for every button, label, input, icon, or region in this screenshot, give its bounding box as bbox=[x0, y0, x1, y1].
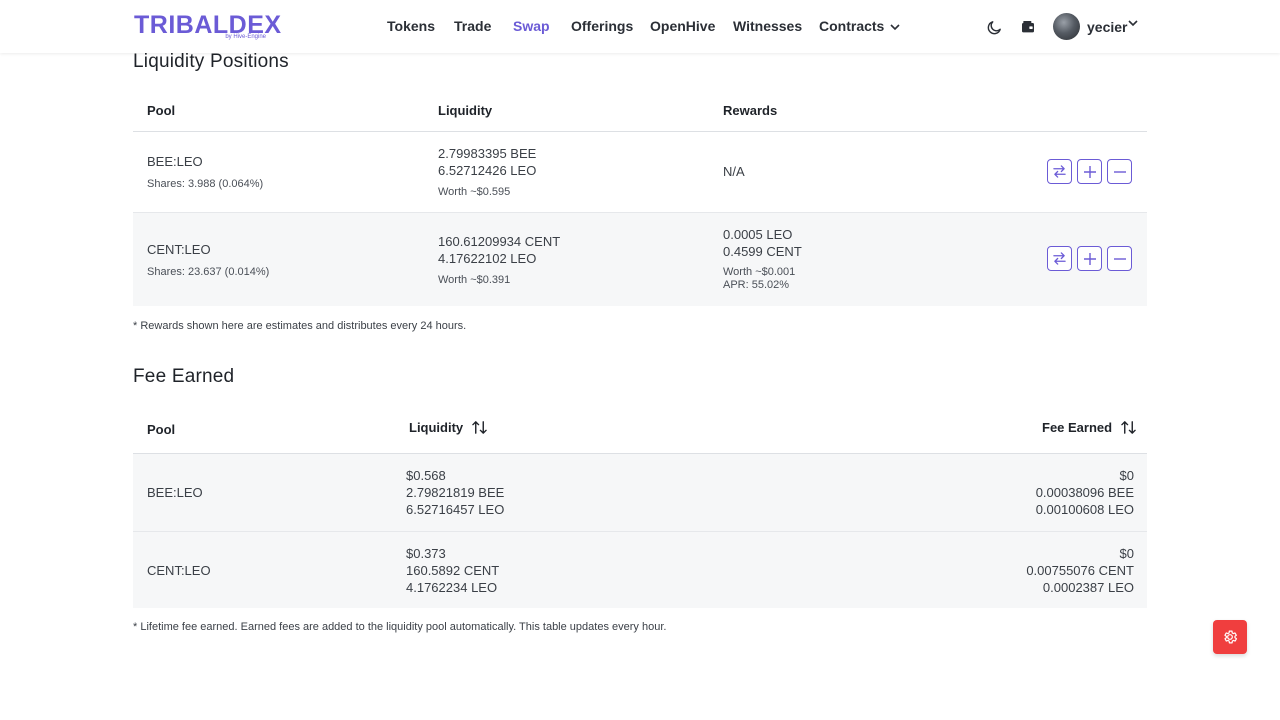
table-row: BEE:LEO Shares: 3.988 (0.064%) 2.7998339… bbox=[133, 132, 1147, 212]
nav-contracts[interactable]: Contracts bbox=[819, 18, 900, 34]
nav-witnesses[interactable]: Witnesses bbox=[733, 18, 802, 34]
liquidity-usd: $0.373 bbox=[406, 546, 446, 561]
table-header: Pool Liquidity Fee Earned bbox=[133, 407, 1147, 454]
liquidity-amount: 4.17622102 LEO bbox=[438, 251, 537, 266]
liquidity-positions-title: Liquidity Positions bbox=[133, 51, 289, 72]
column-pool: Pool bbox=[147, 103, 176, 118]
liquidity-amount: 160.5892 CENT bbox=[406, 563, 500, 578]
pool-name: BEE:LEO bbox=[147, 485, 203, 500]
tribaldex-logo[interactable]: TRIBALDEX by Hive-Engine bbox=[134, 12, 281, 42]
rewards-value: 0.0005 LEO bbox=[723, 227, 793, 242]
nav-swap[interactable]: Swap bbox=[513, 18, 550, 34]
rewards-apr: APR: 55.02% bbox=[723, 279, 790, 291]
remove-liquidity-button[interactable] bbox=[1107, 159, 1132, 184]
theme-toggle-button[interactable] bbox=[983, 16, 1005, 38]
plus-icon bbox=[1083, 165, 1096, 178]
sort-liquidity-button[interactable]: Liquidity bbox=[409, 420, 487, 435]
table-row: CENT:LEO $0.373 160.5892 CENT 4.1762234 … bbox=[133, 531, 1147, 608]
rewards-worth: Worth ~$0.001 bbox=[723, 266, 796, 278]
rewards-footnote: * Rewards shown here are estimates and d… bbox=[133, 320, 467, 332]
liquidity-amount: 160.61209934 CENT bbox=[438, 234, 561, 249]
fee-amount: 0.0002387 LEO bbox=[1042, 580, 1134, 595]
table-header: Pool Liquidity Rewards bbox=[133, 90, 1147, 132]
column-fee-earned: Fee Earned bbox=[1042, 420, 1113, 435]
liquidity-amount: 4.1762234 LEO bbox=[406, 580, 498, 595]
swap-button[interactable] bbox=[1047, 246, 1072, 271]
user-menu-chevron-down-icon[interactable] bbox=[1128, 20, 1138, 27]
rewards-value: 0.4599 CENT bbox=[723, 244, 802, 259]
pool-name: CENT:LEO bbox=[147, 563, 211, 578]
top-navbar: TRIBALDEX by Hive-Engine Tokens Trade Sw… bbox=[0, 0, 1280, 53]
add-liquidity-button[interactable] bbox=[1077, 159, 1102, 184]
liquidity-amount: 2.79983395 BEE bbox=[438, 146, 537, 161]
nav-offerings[interactable]: Offerings bbox=[571, 18, 633, 34]
column-liquidity: Liquidity bbox=[409, 420, 464, 435]
pool-name: CENT:LEO bbox=[147, 242, 211, 257]
rewards-value: N/A bbox=[723, 164, 745, 179]
minus-icon bbox=[1113, 170, 1126, 173]
username[interactable]: yecier bbox=[1087, 19, 1127, 35]
liquidity-amount: 6.52712426 LEO bbox=[438, 163, 537, 178]
logo-tagline: by Hive-Engine bbox=[225, 34, 266, 40]
fee-usd: $0 bbox=[1119, 546, 1134, 561]
nav-tokens[interactable]: Tokens bbox=[387, 18, 435, 34]
fee-usd: $0 bbox=[1119, 468, 1134, 483]
minus-icon bbox=[1113, 257, 1126, 260]
chevron-down-icon bbox=[890, 24, 900, 30]
liquidity-usd: $0.568 bbox=[406, 468, 446, 483]
column-rewards: Rewards bbox=[723, 103, 778, 118]
nav-trade[interactable]: Trade bbox=[454, 18, 491, 34]
table-row: CENT:LEO Shares: 23.637 (0.014%) 160.612… bbox=[133, 212, 1147, 306]
fee-amount: 0.00100608 LEO bbox=[1035, 502, 1134, 517]
sort-icon bbox=[472, 421, 487, 434]
fee-amount: 0.00755076 CENT bbox=[1026, 563, 1134, 578]
fee-earned-title: Fee Earned bbox=[133, 366, 235, 387]
sort-fee-earned-button[interactable]: Fee Earned bbox=[1042, 420, 1136, 435]
settings-button[interactable] bbox=[1213, 620, 1247, 654]
column-liquidity: Liquidity bbox=[438, 103, 493, 118]
liquidity-worth: Worth ~$0.391 bbox=[438, 274, 511, 286]
liquidity-amount: 2.79821819 BEE bbox=[406, 485, 505, 500]
pool-shares: Shares: 23.637 (0.014%) bbox=[147, 266, 270, 278]
wallet-icon bbox=[1022, 21, 1034, 33]
wallet-button[interactable] bbox=[1017, 16, 1039, 38]
nav-contracts-label: Contracts bbox=[819, 18, 885, 34]
fee-footnote: * Lifetime fee earned. Earned fees are a… bbox=[133, 621, 667, 633]
pool-name: BEE:LEO bbox=[147, 154, 203, 169]
gear-icon bbox=[1224, 630, 1238, 644]
moon-icon bbox=[987, 20, 1001, 34]
liquidity-worth: Worth ~$0.595 bbox=[438, 186, 511, 198]
nav-openhive[interactable]: OpenHive bbox=[650, 18, 715, 34]
swap-button[interactable] bbox=[1047, 159, 1072, 184]
user-avatar[interactable] bbox=[1053, 13, 1080, 40]
remove-liquidity-button[interactable] bbox=[1107, 246, 1132, 271]
table-row: BEE:LEO $0.568 2.79821819 BEE 6.52716457… bbox=[133, 454, 1147, 531]
pool-shares: Shares: 3.988 (0.064%) bbox=[147, 178, 264, 190]
swap-arrows-icon bbox=[1053, 252, 1066, 265]
plus-icon bbox=[1083, 252, 1096, 265]
column-pool: Pool bbox=[147, 422, 176, 437]
swap-arrows-icon bbox=[1053, 165, 1066, 178]
add-liquidity-button[interactable] bbox=[1077, 246, 1102, 271]
sort-icon bbox=[1121, 421, 1136, 434]
liquidity-amount: 6.52716457 LEO bbox=[406, 502, 505, 517]
fee-amount: 0.00038096 BEE bbox=[1035, 485, 1134, 500]
